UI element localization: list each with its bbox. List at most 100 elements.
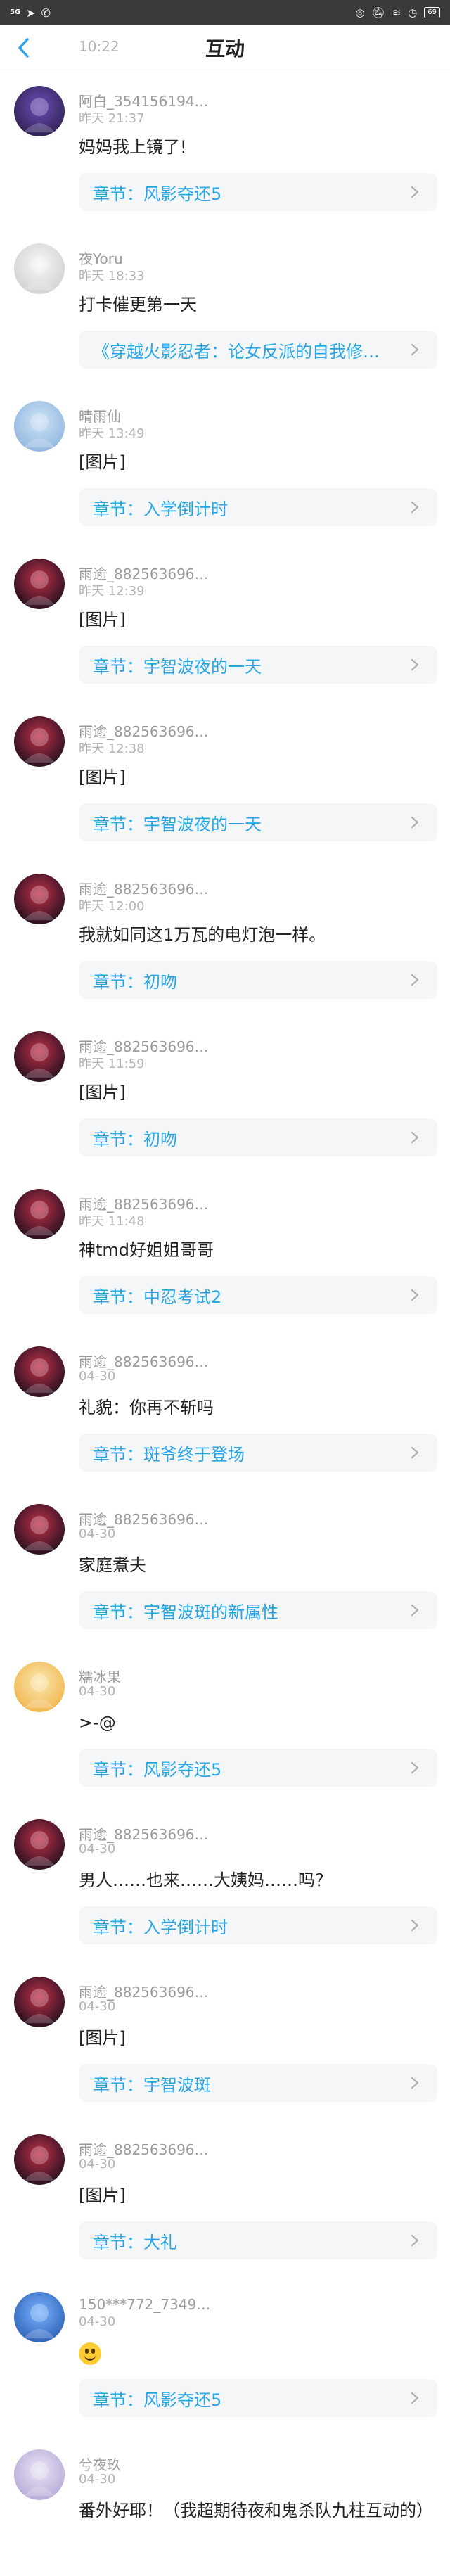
- chapter-link[interactable]: 章节：初吻: [79, 961, 437, 999]
- chapter-link[interactable]: 章节：初吻: [79, 1118, 437, 1156]
- timestamp: 昨天 12:39: [79, 584, 145, 599]
- interaction-item[interactable]: 雨逾_882563696… 昨天 12:39 [图片] 章节：宇智波夜的一天: [0, 543, 450, 701]
- avatar[interactable]: [14, 1504, 65, 1555]
- username[interactable]: 糯冰果: [79, 1666, 121, 1686]
- interaction-item[interactable]: 雨逾_882563696… 04-30 礼貌：你再不斩吗 章节：斑爷终于登场: [0, 1331, 450, 1488]
- chevron-right-icon: [411, 1131, 419, 1144]
- interaction-item[interactable]: 雨逾_882563696… 昨天 12:38 [图片] 章节：宇智波夜的一天: [0, 701, 450, 858]
- timestamp: 昨天 12:38: [79, 741, 145, 756]
- username[interactable]: 雨逾_882563696…: [79, 1193, 209, 1213]
- avatar[interactable]: [14, 716, 65, 767]
- chapter-label: 章节：风影夺还5: [93, 2390, 222, 2410]
- chapter-link[interactable]: 章节：大礼: [79, 2221, 437, 2259]
- timestamp: 04-30: [79, 1684, 116, 1699]
- interaction-item[interactable]: 阿白_354156194… 昨天 21:37 妈妈我上镜了! 章节：风影夺还5: [0, 70, 450, 228]
- chapter-label: 章节：宇智波斑的新属性: [93, 1602, 278, 1622]
- username[interactable]: 雨逾_882563696…: [79, 1981, 209, 2001]
- username[interactable]: 雨逾_882563696…: [79, 1351, 209, 1371]
- username[interactable]: 雨逾_882563696…: [79, 720, 209, 741]
- chapter-link[interactable]: 章节：入学倒计时: [79, 488, 437, 526]
- chevron-right-icon: [411, 2392, 419, 2404]
- chevron-right-icon: [411, 816, 419, 829]
- avatar[interactable]: [14, 1977, 65, 2027]
- username[interactable]: 雨逾_882563696…: [79, 1035, 209, 1056]
- grinning-face-emoji: [79, 2342, 101, 2365]
- chevron-right-icon: [411, 658, 419, 671]
- username[interactable]: 150***772_7349…: [79, 2296, 210, 2313]
- chapter-link[interactable]: 章节：宇智波斑的新属性: [79, 1591, 437, 1629]
- username[interactable]: 雨逾_882563696…: [79, 1823, 209, 1844]
- username[interactable]: 雨逾_882563696…: [79, 878, 209, 898]
- username[interactable]: 兮夜玖: [79, 2454, 121, 2474]
- chapter-link[interactable]: 章节：风影夺还5: [79, 2379, 437, 2417]
- avatar[interactable]: [14, 2134, 65, 2185]
- chevron-right-icon: [411, 343, 419, 356]
- chapter-link[interactable]: 章节：中忍考试2: [79, 1276, 437, 1314]
- avatar[interactable]: [14, 1031, 65, 1082]
- interaction-item[interactable]: 晴雨仙 昨天 13:49 [图片] 章节：入学倒计时: [0, 385, 450, 543]
- interaction-item[interactable]: 雨逾_882563696… 昨天 12:00 我就如同这1万瓦的电灯泡一样。 章节：初…: [0, 858, 450, 1016]
- chapter-link[interactable]: 《穿越火影忍者：论女反派的自我修养》: [79, 331, 437, 369]
- interaction-item[interactable]: 雨逾_882563696… 昨天 11:59 [图片] 章节：初吻: [0, 1016, 450, 1173]
- avatar[interactable]: [14, 1819, 65, 1870]
- avatar[interactable]: [14, 559, 65, 609]
- avatar[interactable]: [14, 2292, 65, 2342]
- comment-text: 打卡催更第一天: [79, 295, 197, 314]
- username[interactable]: 雨逾_882563696…: [79, 563, 209, 583]
- interaction-item[interactable]: 雨逾_882563696… 04-30 男人……也来……大姨妈……吗？ 章节：入学倒计…: [0, 1804, 450, 1961]
- chapter-label: 章节：斑爷终于登场: [93, 1444, 245, 1465]
- page-title: 互动: [205, 37, 245, 60]
- interaction-item[interactable]: 雨逾_882563696… 04-30 家庭煮夫 章节：宇智波斑的新属性: [0, 1488, 450, 1646]
- location-icon: ◎: [355, 6, 365, 19]
- comment-text: 我就如同这1万瓦的电灯泡一样。: [79, 925, 326, 945]
- chapter-link[interactable]: 章节：宇智波夜的一天: [79, 646, 437, 684]
- avatar[interactable]: [14, 401, 65, 452]
- interaction-feed: 阿白_354156194… 昨天 21:37 妈妈我上镜了! 章节：风影夺还5 夜Yor…: [0, 70, 450, 2576]
- phone-icon: ✆: [41, 6, 51, 20]
- chevron-right-icon: [411, 1761, 419, 1774]
- interaction-item[interactable]: 150***772_7349… 04-30 章节：风影夺还5: [0, 2276, 450, 2434]
- comment-text: [图片]: [79, 452, 126, 472]
- status-left: 5G 10:22 ➤ ✆: [10, 6, 120, 56]
- avatar[interactable]: [14, 874, 65, 924]
- avatar[interactable]: [14, 1346, 65, 1397]
- avatar[interactable]: [14, 1189, 65, 1239]
- chapter-link[interactable]: 章节：宇智波斑: [79, 2064, 437, 2102]
- timestamp: 昨天 18:33: [79, 269, 145, 283]
- chapter-link[interactable]: 章节：斑爷终于登场: [79, 1434, 437, 1472]
- network-indicator: 5G: [10, 8, 21, 16]
- avatar[interactable]: [14, 1662, 65, 1712]
- interaction-item[interactable]: 兮夜玖 04-30 番外好耶！（我超期待夜和鬼杀队九柱互动的）: [0, 2434, 450, 2576]
- timestamp: 昨天 11:59: [79, 1057, 145, 1071]
- username[interactable]: 阿白_354156194…: [79, 90, 209, 110]
- comment-text: 家庭煮夫: [79, 1555, 146, 1575]
- interaction-item[interactable]: 雨逾_882563696… 04-30 [图片] 章节：大礼: [0, 2119, 450, 2276]
- comment-text: 礼貌：你再不斩吗: [79, 1398, 214, 1417]
- title-bar: 互动: [0, 25, 450, 70]
- status-right: ◎ 🔕︎ ≋ ◷ 69: [355, 6, 440, 19]
- interaction-item[interactable]: 雨逾_882563696… 昨天 11:48 神tmd好姐姐哥哥 章节：中忍考试2: [0, 1173, 450, 1331]
- chapter-label: 章节：宇智波夜的一天: [93, 656, 262, 677]
- back-button[interactable]: [13, 37, 35, 59]
- chapter-link[interactable]: 章节：风影夺还5: [79, 1749, 437, 1787]
- chevron-right-icon: [411, 2234, 419, 2247]
- chevron-right-icon: [411, 1446, 419, 1459]
- timestamp: 昨天 11:48: [79, 1214, 145, 1229]
- username[interactable]: 晴雨仙: [79, 405, 121, 426]
- timestamp: 昨天 13:49: [79, 426, 145, 441]
- chevron-right-icon: [411, 186, 419, 198]
- timestamp: 昨天 21:37: [79, 111, 145, 126]
- chapter-link[interactable]: 章节：入学倒计时: [79, 1906, 437, 1944]
- username[interactable]: 雨逾_882563696…: [79, 1508, 209, 1529]
- interaction-item[interactable]: 雨逾_882563696… 04-30 [图片] 章节：宇智波斑: [0, 1961, 450, 2119]
- chapter-link[interactable]: 章节：宇智波夜的一天: [79, 803, 437, 841]
- avatar[interactable]: [14, 86, 65, 136]
- avatar[interactable]: [14, 2449, 65, 2500]
- chapter-link[interactable]: 章节：风影夺还5: [79, 173, 437, 211]
- comment-text: 妈妈我上镜了!: [79, 137, 187, 157]
- username[interactable]: 夜Yoru: [79, 248, 123, 268]
- username[interactable]: 雨逾_882563696…: [79, 2138, 209, 2159]
- avatar[interactable]: [14, 243, 65, 294]
- interaction-item[interactable]: 夜Yoru 昨天 18:33 打卡催更第一天《穿越火影忍者：论女反派的自我修养》: [0, 228, 450, 385]
- interaction-item[interactable]: 糯冰果 04-30 >-@ 章节：风影夺还5: [0, 1646, 450, 1804]
